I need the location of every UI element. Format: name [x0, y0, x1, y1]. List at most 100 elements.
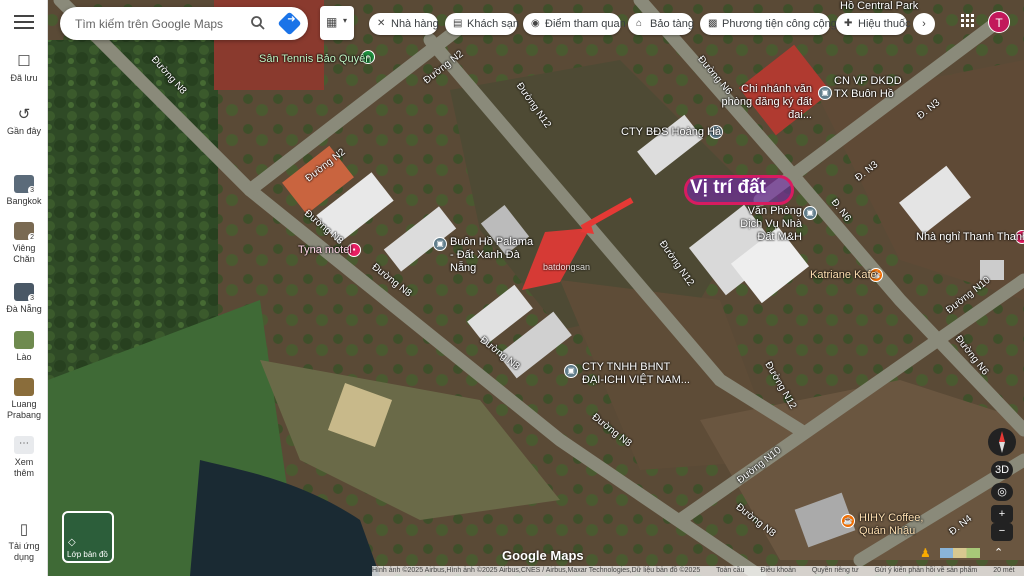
- land-plot-label: Vị trí đất: [690, 177, 767, 198]
- search-icon[interactable]: [250, 15, 266, 31]
- pegman-icon[interactable]: ♟: [920, 546, 934, 560]
- saved-button[interactable]: ☐ Đã lưu: [0, 54, 48, 84]
- chevron-down-icon: ▾: [343, 16, 348, 25]
- terms-link[interactable]: Điều khoản: [760, 567, 795, 574]
- recent-place-danang[interactable]: 3 Đà Nẵng: [0, 283, 48, 315]
- place-thumbnail: 3: [14, 283, 36, 303]
- hotel-icon: ▤: [453, 18, 463, 29]
- poi-label: HIHY Coffee, Quán Nhậu: [859, 512, 924, 537]
- watermark: batdongsan: [543, 262, 591, 272]
- office-pin-icon[interactable]: ▣: [564, 364, 578, 378]
- location-target-icon: ◎: [997, 486, 1007, 498]
- place-badge: 2: [28, 233, 36, 242]
- recent-place-laos[interactable]: Lào: [0, 331, 48, 363]
- saved-label: Đã lưu: [10, 73, 38, 83]
- search-box[interactable]: Tìm kiếm trên Google Maps: [60, 7, 308, 40]
- imagery-thumbnails[interactable]: [940, 548, 980, 558]
- place-label: Bangkok: [6, 196, 42, 206]
- poi-label: Văn Phòng Dịch Vụ Nhà Đất M&H: [740, 205, 802, 243]
- chip-label: Hiệu thuốc: [858, 18, 911, 30]
- phone-icon: ▯: [19, 521, 29, 538]
- search-input[interactable]: Tìm kiếm trên Google Maps: [75, 17, 223, 31]
- place-label: Lào: [16, 352, 32, 362]
- place-thumbnail: 2: [14, 222, 36, 242]
- poi-label: CN VP DKDD TX Buôn Hồ: [834, 75, 902, 100]
- compass-icon[interactable]: [988, 428, 1016, 456]
- zoom-out-button[interactable]: −: [991, 523, 1013, 541]
- download-app-button[interactable]: ▯ Tải ứng dụng: [0, 522, 48, 563]
- directions-icon[interactable]: [277, 11, 302, 36]
- poi-label: CTY BĐS Hoàng Hà: [621, 126, 722, 138]
- poi-label: Sân Tennis Bảo Quyên: [259, 53, 372, 65]
- place-badge: 3: [28, 186, 36, 195]
- zoom-in-button[interactable]: +: [991, 505, 1013, 523]
- chip-label: Phương tiện công cộng: [722, 18, 837, 30]
- chevron-right-icon: ›: [922, 18, 926, 30]
- 3d-toggle[interactable]: 3D: [991, 461, 1013, 479]
- cafe-pin-icon[interactable]: ☕: [841, 514, 855, 528]
- recent-label: Gần đây: [6, 126, 42, 136]
- poi-label: Chi nhánh văn phòng đăng ký đất đai...: [721, 83, 812, 121]
- transit-icon: ▩: [708, 18, 718, 29]
- poi-label: CTY TNHH BHNT ĐẠI-ICHI VIỆT NAM...: [582, 361, 690, 386]
- my-location-button[interactable]: ◎: [991, 483, 1013, 501]
- scale-label: 20 mét: [993, 567, 1015, 574]
- bookmark-icon: ☐: [17, 53, 31, 70]
- chip-label: Khách sạn: [467, 18, 519, 30]
- place-label: Luang Prabang: [6, 399, 42, 420]
- global-link[interactable]: Toàn cầu: [716, 567, 744, 574]
- more-button[interactable]: ⋯ Xem thêm: [0, 436, 48, 479]
- apps-grid-icon[interactable]: [961, 14, 975, 28]
- map-layers-button[interactable]: ◇ Lớp bản đồ: [62, 511, 114, 563]
- layers-icon: ◇: [68, 537, 76, 548]
- poi-label: Nhà nghỉ Thanh Thanh: [916, 231, 1024, 243]
- office-pin-icon[interactable]: ▣: [433, 237, 447, 251]
- privacy-link[interactable]: Quyền riêng tư: [812, 567, 859, 574]
- attribution-bar: Hình ảnh ©2025 Airbus,Hình ảnh ©2025 Air…: [372, 566, 1024, 576]
- download-app-label: Tải ứng dụng: [8, 541, 40, 562]
- chip-museums[interactable]: ⌂ Bảo tàng: [628, 13, 695, 35]
- chip-label: Bảo tàng: [650, 18, 695, 30]
- chip-restaurants[interactable]: ✕ Nhà hàng: [369, 13, 439, 35]
- side-rail: ☐ Đã lưu ↺ Gần đây 3 Bangkok 2 Viêng Chă…: [0, 0, 48, 576]
- more-icon: ⋯: [14, 436, 34, 454]
- place-thumbnail: 3: [14, 175, 36, 195]
- place-thumbnail: [14, 378, 34, 396]
- recent-place-vientiane[interactable]: 2 Viêng Chăn: [0, 222, 48, 265]
- chip-pharmacies[interactable]: ✚ Hiệu thuốc: [836, 13, 911, 35]
- menu-icon[interactable]: [14, 15, 34, 31]
- restaurant-icon: ✕: [377, 18, 386, 29]
- poi-label: Buôn Hồ Palama - Đất Xanh Đà Nẵng: [450, 236, 534, 274]
- recent-place-luang-prabang[interactable]: Luang Prabang: [0, 378, 48, 421]
- layers-label: Lớp bản đồ: [67, 550, 108, 559]
- office-pin-icon[interactable]: ▣: [803, 206, 817, 220]
- chips-next-button[interactable]: ›: [913, 13, 935, 35]
- chip-label: Điểm tham quan: [545, 18, 626, 30]
- place-thumbnail: [14, 331, 34, 349]
- recent-place-bangkok[interactable]: 3 Bangkok: [0, 175, 48, 207]
- more-label: Xem thêm: [13, 457, 34, 478]
- hotel-icon: ▦: [326, 15, 338, 29]
- place-label: Đà Nẵng: [6, 304, 42, 314]
- poi-label: Hồ Central Park: [840, 0, 919, 12]
- satellite-map[interactable]: Vị trí đất Đường N8 Đường N2 Đường N2 Đư…: [48, 0, 1024, 576]
- chip-hotels[interactable]: ▤ Khách sạn: [445, 13, 519, 35]
- poi-label: Katriane Kafe: [810, 269, 877, 281]
- camera-icon: ◉: [531, 18, 540, 29]
- chip-attractions[interactable]: ◉ Điểm tham quan: [523, 13, 626, 35]
- hotel-filter-toggle[interactable]: ▦ ▾: [320, 6, 354, 40]
- place-badge: 3: [28, 294, 36, 303]
- account-avatar[interactable]: T: [988, 11, 1010, 33]
- history-icon: ↺: [17, 106, 31, 123]
- chip-label: Nhà hàng: [391, 18, 439, 30]
- google-maps-logo: Google Maps: [502, 548, 584, 563]
- expand-up-icon[interactable]: ⌃: [994, 546, 1008, 560]
- recent-button[interactable]: ↺ Gần đây: [0, 107, 48, 137]
- feedback-link[interactable]: Gửi ý kiến phản hồi về sản phẩm: [874, 567, 977, 574]
- museum-icon: ⌂: [636, 18, 643, 29]
- pharmacy-icon: ✚: [844, 18, 853, 29]
- chip-transit[interactable]: ▩ Phương tiện công cộng: [700, 13, 837, 35]
- imagery-credit: Hình ảnh ©2025 Airbus,Hình ảnh ©2025 Air…: [372, 567, 701, 574]
- office-pin-icon[interactable]: ▣: [818, 86, 832, 100]
- poi-label: Tyna motel: [298, 244, 352, 256]
